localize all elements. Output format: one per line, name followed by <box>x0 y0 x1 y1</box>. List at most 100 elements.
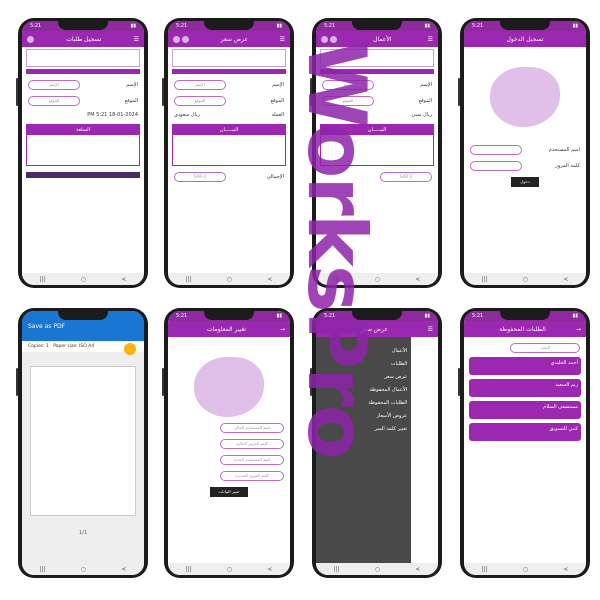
nav-bar: ||| ○ < <box>316 563 438 575</box>
new-username-field[interactable]: اسم المستخدم الجديد <box>220 455 284 465</box>
location-label: الموقع <box>124 98 138 104</box>
page-title: تسجيل طلبات <box>66 35 102 43</box>
name-field[interactable]: الإسم <box>174 80 226 90</box>
login-button[interactable]: دخول <box>511 177 539 187</box>
recent-icon[interactable]: ||| <box>334 566 340 573</box>
nav-bar: ||| ○ < <box>316 273 438 285</box>
recent-icon[interactable]: ||| <box>186 276 192 283</box>
back-arrow-icon[interactable]: → <box>576 326 581 333</box>
location-field[interactable]: الموقع <box>174 96 226 106</box>
menu-icon[interactable]: ☰ <box>134 36 139 43</box>
home-icon[interactable]: ○ <box>523 276 528 283</box>
recent-icon[interactable]: ||| <box>186 566 192 573</box>
new-password-field[interactable]: كلمة المرور الجديدة <box>220 471 284 481</box>
home-icon[interactable]: ○ <box>375 276 380 283</box>
notch <box>204 311 254 320</box>
share-icon[interactable] <box>321 35 328 43</box>
back-icon[interactable]: < <box>267 276 272 283</box>
screen-saved-orders: 5:21 ▮▮ → الطلبات المحفوظة البحث أحمد الخل… <box>464 311 586 575</box>
company-banner <box>320 49 434 67</box>
home-icon[interactable]: ○ <box>81 276 86 283</box>
page-title: تغيير المعلومات <box>206 325 247 333</box>
total-value: SAR 0 <box>380 172 432 182</box>
name-field[interactable]: الإسم <box>28 80 80 90</box>
drawer-item[interactable]: الأعمال المحفوظة <box>320 387 407 393</box>
recent-icon[interactable]: ||| <box>334 276 340 283</box>
saved-order-card[interactable]: ريم السعيد <box>469 379 581 397</box>
screen-login: 5:21 ▮▮ تسجيل الدخول اسم المستخدم كلمة ال… <box>464 21 586 285</box>
menu-icon[interactable]: ☰ <box>280 36 285 43</box>
saved-order-card[interactable]: أحمد الخليدي <box>469 357 581 375</box>
screen-orders: 5:21 ▮▮ ☰ تسجيل طلبات الإسم الإسم الموقع الم… <box>22 21 144 285</box>
copies[interactable]: Copies: 1 <box>28 344 49 349</box>
drawer-item[interactable]: عرض سعر <box>320 374 407 380</box>
back-icon[interactable]: < <box>415 566 420 573</box>
back-arrow-icon[interactable]: → <box>280 326 285 333</box>
nav-bar: ||| ○ < <box>464 563 586 575</box>
back-icon[interactable]: < <box>563 566 568 573</box>
username-field[interactable] <box>470 145 522 155</box>
screen-quote: 5:21 ▮▮ ☰ عرض سعر الإسم الإسم الموقع الموقع … <box>168 21 290 285</box>
back-icon[interactable]: < <box>415 276 420 283</box>
back-icon[interactable]: < <box>121 276 126 283</box>
notch <box>500 311 550 320</box>
nav-bar: ||| ○ < <box>22 563 144 575</box>
table-header: البيـــــان <box>173 125 285 135</box>
save-icon[interactable] <box>182 35 189 43</box>
items-table: البيـــــان <box>320 124 434 166</box>
drawer-item[interactable]: الطلبات <box>320 361 407 367</box>
currency-select[interactable]: ريال سعودي <box>174 112 200 118</box>
drawer-item[interactable]: الطلبات المحفوظة <box>320 400 407 406</box>
app-bar: ☰ تسجيل طلبات <box>22 31 144 47</box>
drawer-item[interactable]: الأعمال <box>320 348 407 354</box>
current-password-field[interactable]: كلمة المرور الحالية <box>220 439 284 449</box>
menu-icon[interactable]: ☰ <box>428 326 433 333</box>
name-label: الإسم <box>126 82 138 88</box>
recent-icon[interactable]: ||| <box>40 566 46 573</box>
phone-2: 5:21 ▮▮ ☰ عرض سعر الإسم الإسم الموقع الموقع … <box>162 18 294 288</box>
password-label: كلمة المرور <box>555 163 580 169</box>
save-icon[interactable] <box>330 35 337 43</box>
notch <box>204 21 254 30</box>
currency-select[interactable]: ريال يمني <box>411 112 432 118</box>
total-label: الإجمالي <box>266 174 284 180</box>
recent-icon[interactable]: ||| <box>482 276 488 283</box>
notch <box>58 21 108 30</box>
drawer-item[interactable]: تغيير كلمة السر <box>320 426 408 432</box>
current-username-field[interactable]: اسم المستخدم الحالي <box>220 423 284 433</box>
screen-drawer: 5:21 ▮▮ ☰ عرض سعر الأعمال الطلبات عرض سعر … <box>316 311 438 575</box>
company-banner <box>172 49 286 67</box>
location-field[interactable]: الموقع <box>322 96 374 106</box>
divider <box>26 69 140 74</box>
name-field[interactable]: الإسم <box>322 80 374 90</box>
saved-order-card[interactable]: مستشفى السلام <box>469 401 581 419</box>
back-icon[interactable]: < <box>267 566 272 573</box>
screen-works: 5:21 ▮▮ ☰ الأعمال الإسم الإسم الموقع الموقع … <box>316 21 438 285</box>
phone-4: 5:21 ▮▮ تسجيل الدخول اسم المستخدم كلمة ال… <box>458 18 590 288</box>
home-icon[interactable]: ○ <box>227 276 232 283</box>
saved-order-card[interactable]: كتبي للتسويق <box>469 423 581 441</box>
home-icon[interactable]: ○ <box>375 566 380 573</box>
change-data-button[interactable]: تغيير البيانات <box>210 487 248 497</box>
search-field[interactable]: البحث <box>510 343 580 353</box>
home-icon[interactable]: ○ <box>227 566 232 573</box>
currency-label: العملة <box>271 112 284 118</box>
download-pdf-icon[interactable] <box>124 343 136 355</box>
home-icon[interactable]: ○ <box>523 566 528 573</box>
save-icon[interactable] <box>27 35 35 43</box>
menu-icon[interactable]: ☰ <box>428 36 433 43</box>
password-field[interactable] <box>470 161 522 171</box>
company-banner <box>26 49 140 67</box>
share-icon[interactable] <box>173 35 180 43</box>
name-label: الإسم <box>420 82 432 88</box>
page-title: الطلبات المحفوظة <box>499 325 546 333</box>
drawer-item[interactable]: عروض الأسعار <box>320 413 408 419</box>
location-field[interactable]: الموقع <box>28 96 80 106</box>
back-icon[interactable]: < <box>121 566 126 573</box>
recent-icon[interactable]: ||| <box>482 566 488 573</box>
paper-size[interactable]: Paper size: ISO A4 <box>53 344 94 349</box>
home-icon[interactable]: ○ <box>81 566 86 573</box>
back-icon[interactable]: < <box>563 276 568 283</box>
recent-icon[interactable]: ||| <box>40 276 46 283</box>
notch <box>352 311 402 320</box>
